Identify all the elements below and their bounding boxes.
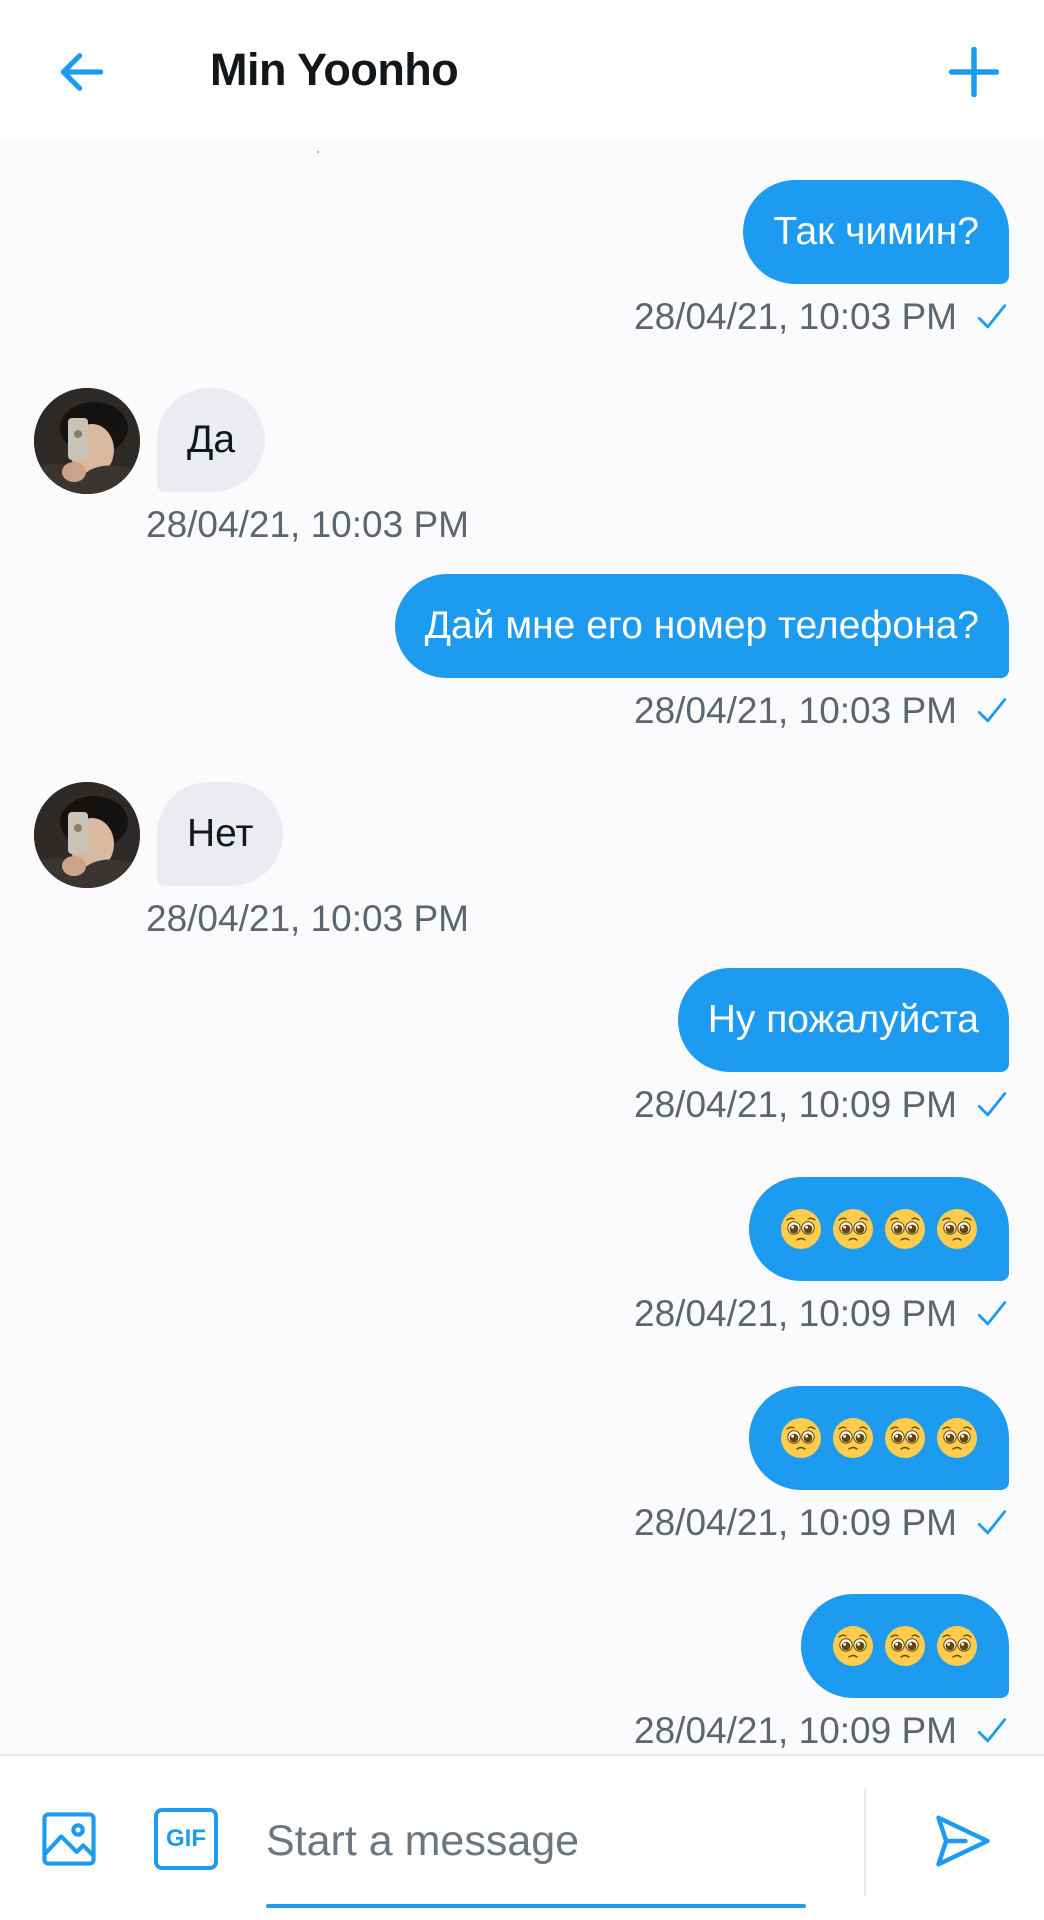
pleading-face-emoji — [833, 1626, 873, 1666]
pleading-face-emoji — [937, 1209, 977, 1249]
composer-divider — [864, 1788, 866, 1896]
sent-check-icon — [975, 300, 1009, 334]
message-timestamp: 28/04/21, 10:03 PM — [146, 898, 469, 939]
message-bubble-sent[interactable]: Ну пожалуйста — [677, 968, 1009, 1072]
message-text — [831, 1624, 979, 1668]
message-bubble-received[interactable]: Да — [157, 388, 266, 492]
message-timestamp: 28/04/21, 10:09 PM — [634, 1084, 957, 1125]
add-media-button[interactable] — [38, 1808, 100, 1870]
sent-check-icon — [975, 694, 1009, 728]
sent-check-icon — [975, 1088, 1009, 1122]
header-divider-dot — [317, 151, 319, 153]
plus-icon — [948, 46, 1000, 98]
avatar[interactable] — [34, 782, 140, 888]
message-text: Ну пожалуйста — [707, 998, 979, 1041]
pleading-face-emoji — [833, 1209, 873, 1249]
arrow-left-icon — [60, 53, 104, 91]
message-bubble-sent[interactable]: Так чимин? — [743, 180, 1009, 284]
message-timestamp: 28/04/21, 10:09 PM — [634, 1710, 957, 1751]
message-timestamp: 28/04/21, 10:09 PM — [634, 1502, 957, 1543]
pleading-face-emoji — [781, 1209, 821, 1249]
message-bubble-sent[interactable] — [749, 1177, 1009, 1281]
message-meta: 28/04/21, 10:09 PM — [634, 1084, 1009, 1126]
add-button[interactable] — [932, 30, 1016, 114]
message-bubble-sent[interactable] — [749, 1386, 1009, 1490]
pleading-face-emoji — [833, 1418, 873, 1458]
message-bubble-received[interactable]: Нет — [157, 782, 284, 886]
message-text — [779, 1207, 979, 1251]
dm-conversation-screen: Min Yoonho Так чимин? 28/04/21, 10:03 PM… — [0, 0, 1044, 1920]
pleading-face-emoji — [885, 1626, 925, 1666]
message-text: Дай мне его номер телефона? — [424, 604, 979, 647]
message-meta: 28/04/21, 10:03 PM — [634, 296, 1009, 338]
image-icon — [42, 1812, 96, 1866]
input-focus-underline — [266, 1904, 806, 1908]
message-meta: 28/04/21, 10:09 PM — [634, 1710, 1009, 1752]
pleading-face-emoji — [885, 1418, 925, 1458]
message-meta: 28/04/21, 10:03 PM — [634, 690, 1009, 732]
message-timestamp: 28/04/21, 10:03 PM — [634, 690, 957, 731]
message-meta: 28/04/21, 10:09 PM — [634, 1293, 1009, 1335]
pleading-face-emoji — [937, 1418, 977, 1458]
message-timestamp: 28/04/21, 10:03 PM — [634, 296, 957, 337]
message-meta: 28/04/21, 10:03 PM — [146, 898, 469, 940]
sent-check-icon — [975, 1714, 1009, 1748]
message-text: Нет — [187, 812, 254, 855]
message-composer: GIF — [0, 1754, 1044, 1920]
message-timestamp: 28/04/21, 10:09 PM — [634, 1293, 957, 1334]
message-bubble-sent[interactable]: Дай мне его номер телефона? — [394, 574, 1009, 678]
message-meta: 28/04/21, 10:03 PM — [146, 504, 469, 546]
message-bubble-sent[interactable] — [801, 1594, 1009, 1698]
back-button[interactable] — [40, 30, 124, 114]
pleading-face-emoji — [885, 1209, 925, 1249]
sent-check-icon — [975, 1297, 1009, 1331]
message-text — [779, 1416, 979, 1460]
gif-button[interactable]: GIF — [154, 1808, 218, 1870]
pleading-face-emoji — [937, 1626, 977, 1666]
sent-check-icon — [975, 1506, 1009, 1540]
message-text: Да — [187, 418, 236, 461]
avatar[interactable] — [34, 388, 140, 494]
conversation-header: Min Yoonho — [0, 0, 1044, 140]
message-input[interactable] — [266, 1806, 806, 1876]
gif-label: GIF — [166, 1825, 206, 1852]
message-timestamp: 28/04/21, 10:03 PM — [146, 504, 469, 545]
send-button[interactable] — [930, 1808, 996, 1874]
pleading-face-emoji — [781, 1418, 821, 1458]
conversation-title[interactable]: Min Yoonho — [210, 44, 459, 96]
message-meta: 28/04/21, 10:09 PM — [634, 1502, 1009, 1544]
send-icon — [936, 1815, 990, 1867]
message-text: Так чимин? — [773, 210, 979, 253]
